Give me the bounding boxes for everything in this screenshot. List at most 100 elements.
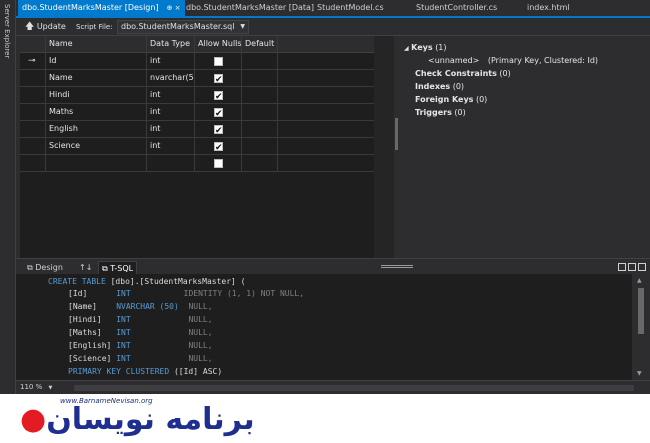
- keys-node[interactable]: ◢ Keys (1): [404, 43, 447, 52]
- scroll-up-icon[interactable]: ▲: [637, 277, 642, 284]
- column-name-cell[interactable]: Science: [46, 138, 147, 155]
- update-button[interactable]: 🡅 Update: [25, 20, 66, 34]
- allow-nulls-checkbox[interactable]: [214, 159, 223, 168]
- row-selector[interactable]: [20, 70, 46, 87]
- data-type-cell[interactable]: [147, 155, 195, 172]
- column-name-cell[interactable]: Id: [46, 53, 147, 70]
- table-row[interactable]: [20, 155, 374, 172]
- logo-text: برنامه نویسان: [46, 402, 255, 437]
- allow-nulls-column-header[interactable]: Allow Nulls: [195, 36, 242, 53]
- column-name-cell[interactable]: Name: [46, 70, 147, 87]
- sql-column-extra: NULL,: [183, 315, 213, 324]
- sql-line: [English] INT NULL,: [68, 340, 213, 352]
- site-logo-banner: www.BarnameNevisan.org ●برنامه نویسان: [0, 394, 650, 443]
- name-column-header[interactable]: Name: [46, 36, 147, 53]
- check-constraints-node[interactable]: Check Constraints (0): [415, 69, 511, 78]
- sql-column-type: INT: [116, 354, 179, 363]
- script-file-dropdown[interactable]: dbo.StudentMarksMaster.sql ▼: [117, 20, 249, 34]
- allow-nulls-checkbox[interactable]: [214, 72, 223, 87]
- data-type-cell[interactable]: int: [147, 87, 195, 104]
- sql-line: [Id] INT IDENTITY (1, 1) NOT NULL,: [68, 288, 304, 300]
- allow-nulls-checkbox[interactable]: [214, 89, 223, 104]
- data-type-cell[interactable]: nvarchar(50): [147, 70, 195, 87]
- row-selector[interactable]: [20, 87, 46, 104]
- pin-close-icon[interactable]: ⊕ ×: [167, 4, 181, 12]
- sql-column-type: INT: [116, 289, 179, 298]
- table-row[interactable]: Science int: [20, 138, 374, 155]
- row-selector[interactable]: [20, 104, 46, 121]
- sql-column-name: [Maths]: [68, 328, 112, 337]
- tsql-pane-tab[interactable]: ⧉ T-SQL: [98, 261, 138, 274]
- design-pane-tab[interactable]: ⧉ Design: [24, 261, 66, 274]
- sql-line: [Science] INT NULL,: [68, 353, 213, 365]
- tab-student-controller[interactable]: StudentController.cs: [412, 0, 501, 16]
- data-type-cell[interactable]: int: [147, 104, 195, 121]
- allow-nulls-checkbox[interactable]: [214, 106, 223, 121]
- default-cell[interactable]: [242, 87, 278, 104]
- indexes-node[interactable]: Indexes (0): [415, 82, 464, 91]
- tab-label: dbo.StudentMarksMaster [Design]: [22, 3, 159, 12]
- update-label: Update: [36, 22, 66, 31]
- data-type-cell[interactable]: int: [147, 121, 195, 138]
- sql-line: [Name] NVARCHAR (50) NULL,: [68, 301, 213, 313]
- tab-design[interactable]: dbo.StudentMarksMaster [Design] ⊕ ×: [18, 0, 185, 16]
- data-type-cell[interactable]: int: [147, 53, 195, 70]
- horizontal-scrollbar-thumb[interactable]: [74, 385, 634, 391]
- sql-column-extra: NULL,: [183, 302, 213, 311]
- row-selector[interactable]: [20, 155, 46, 172]
- vertical-split-button[interactable]: [618, 263, 626, 271]
- allow-nulls-checkbox[interactable]: [214, 140, 223, 155]
- table-row[interactable]: ⊸ Id int: [20, 53, 374, 70]
- row-selector[interactable]: [20, 138, 46, 155]
- grid-header-row: Name Data Type Allow Nulls Default: [20, 36, 374, 53]
- table-row[interactable]: Namenvarchar(50): [20, 70, 374, 87]
- column-name-cell[interactable]: Maths: [46, 104, 147, 121]
- zoom-dropdown[interactable]: 110 % ▼: [20, 382, 58, 393]
- swap-panes-button[interactable]: ↑↓: [76, 261, 95, 274]
- allow-nulls-cell: [195, 138, 242, 155]
- zoom-level: 110 %: [20, 383, 43, 391]
- foreign-keys-node[interactable]: Foreign Keys (0): [415, 95, 487, 104]
- default-cell[interactable]: [242, 70, 278, 87]
- scroll-down-icon[interactable]: ▼: [637, 370, 642, 377]
- table-row[interactable]: Maths int: [20, 104, 374, 121]
- tab-student-model[interactable]: StudentModel.cs: [313, 0, 388, 16]
- default-cell[interactable]: [242, 53, 278, 70]
- design-tab-label: Design: [35, 263, 63, 272]
- sql-column-name: [Name]: [68, 302, 112, 311]
- sql-vertical-scrollbar[interactable]: ▲ ▼: [632, 274, 650, 380]
- sql-column-type: INT: [116, 315, 179, 324]
- primary-key-item[interactable]: <unnamed> (Primary Key, Clustered: Id): [428, 56, 598, 65]
- default-cell[interactable]: [242, 104, 278, 121]
- server-explorer-tab[interactable]: Server Explorer: [3, 4, 11, 58]
- tsql-editor[interactable]: CREATE TABLE [dbo].[StudentMarksMaster] …: [16, 274, 632, 380]
- row-selector[interactable]: [20, 121, 46, 138]
- tab-index-html[interactable]: index.html: [523, 0, 574, 16]
- default-cell[interactable]: [242, 155, 278, 172]
- data-type-cell[interactable]: int: [147, 138, 195, 155]
- splitter-grip[interactable]: [381, 265, 413, 268]
- sql-scrollbar-thumb[interactable]: [638, 288, 644, 334]
- default-cell[interactable]: [242, 121, 278, 138]
- columns-grid: Name Data Type Allow Nulls Default ⊸ Id in…: [20, 36, 374, 258]
- design-icon: ⧉: [27, 263, 33, 272]
- column-name-cell[interactable]: Hindi: [46, 87, 147, 104]
- allow-nulls-checkbox[interactable]: [214, 57, 223, 66]
- default-cell[interactable]: [242, 138, 278, 155]
- allow-nulls-checkbox[interactable]: [214, 123, 223, 138]
- table-row[interactable]: English int: [20, 121, 374, 138]
- tab-data[interactable]: dbo.StudentMarksMaster [Data]: [182, 0, 318, 16]
- column-name-cell[interactable]: [46, 155, 147, 172]
- expanded-triangle-icon: ◢: [404, 45, 409, 52]
- sql-horizontal-scrollbar[interactable]: [64, 384, 634, 392]
- allow-nulls-cell: [195, 53, 242, 70]
- collapse-pane-button[interactable]: [638, 263, 646, 271]
- table-row[interactable]: Hindi int: [20, 87, 374, 104]
- grid-properties-splitter[interactable]: [374, 36, 394, 258]
- column-name-cell[interactable]: English: [46, 121, 147, 138]
- triggers-node[interactable]: Triggers (0): [415, 108, 466, 117]
- default-column-header[interactable]: Default: [242, 36, 278, 53]
- data-type-column-header[interactable]: Data Type: [147, 36, 195, 53]
- horizontal-split-button[interactable]: [628, 263, 636, 271]
- row-selector[interactable]: ⊸: [20, 53, 46, 70]
